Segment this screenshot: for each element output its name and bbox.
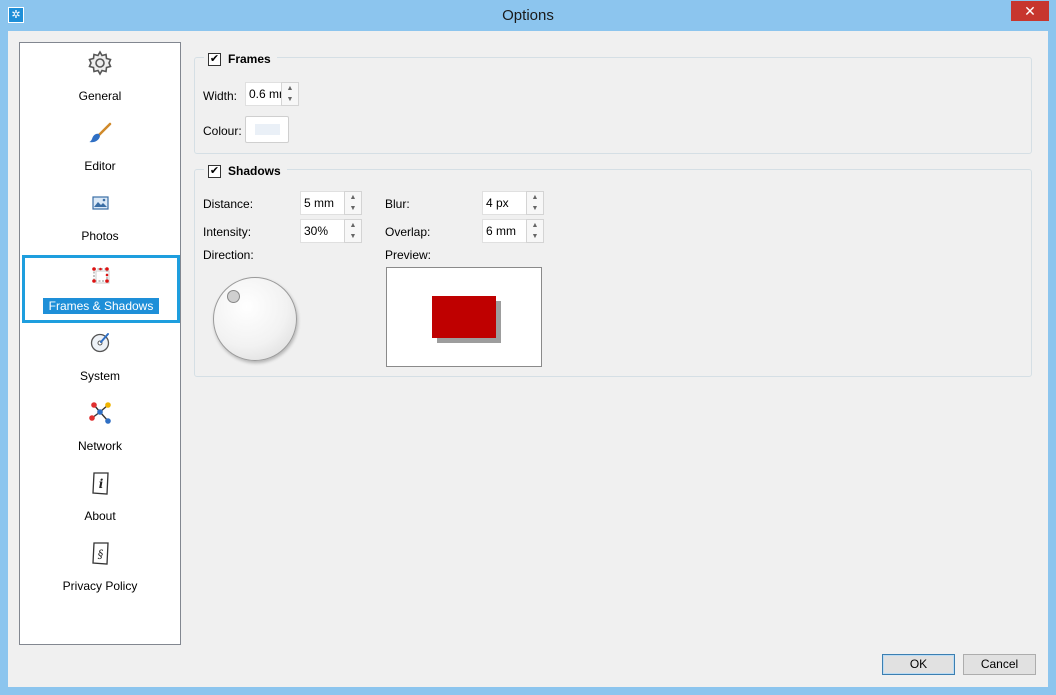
ok-button[interactable]: OK xyxy=(882,654,955,675)
frames-group xyxy=(194,57,1032,154)
dialog-body: General Editor Photos Frames & Shadows S… xyxy=(8,31,1048,687)
sidebar-item-about[interactable]: i About xyxy=(20,465,180,529)
sidebar-item-label: About xyxy=(84,509,116,523)
preview-label: Preview: xyxy=(385,248,432,262)
decrement-arrow-icon[interactable]: ▼ xyxy=(345,231,361,242)
colour-swatch xyxy=(255,124,280,135)
increment-arrow-icon[interactable]: ▲ xyxy=(345,220,361,231)
info-icon: i xyxy=(92,472,109,495)
sidebar-item-label: General xyxy=(78,89,122,103)
direction-label: Direction: xyxy=(203,248,254,262)
svg-text:i: i xyxy=(99,477,104,491)
sidebar-item-label: Network xyxy=(77,439,122,453)
decrement-arrow-icon[interactable]: ▼ xyxy=(527,231,543,242)
intensity-value[interactable]: 30% xyxy=(300,219,344,243)
decrement-arrow-icon[interactable]: ▼ xyxy=(527,203,543,214)
brush-icon xyxy=(89,122,112,143)
sidebar-item-system[interactable]: System xyxy=(20,325,180,389)
frames-group-title: Frames xyxy=(228,52,271,66)
frame-width-value[interactable]: 0.6 mm xyxy=(245,82,281,106)
increment-arrow-icon[interactable]: ▲ xyxy=(282,83,298,94)
frame-icon xyxy=(92,267,110,284)
shadows-checkbox[interactable]: ✔ xyxy=(208,164,221,178)
direction-dial[interactable] xyxy=(213,277,297,361)
overlap-value[interactable]: 6 mm xyxy=(482,219,526,243)
shadow-preview xyxy=(386,267,542,367)
sidebar-item-photos[interactable]: Photos xyxy=(20,185,180,249)
intensity-stepper[interactable]: 30% ▲ ▼ xyxy=(300,219,362,243)
network-icon xyxy=(89,402,111,424)
svg-text:§: § xyxy=(98,548,104,561)
sidebar-item-label: Privacy Policy xyxy=(62,579,138,593)
increment-arrow-icon[interactable]: ▲ xyxy=(527,220,543,231)
intensity-label: Intensity: xyxy=(203,225,252,239)
distance-value[interactable]: 5 mm xyxy=(300,191,344,215)
sidebar-item-general[interactable]: General xyxy=(20,45,180,109)
close-button[interactable]: ✕ xyxy=(1011,1,1049,21)
frame-width-stepper[interactable]: 0.6 mm ▲ ▼ xyxy=(245,82,299,106)
shadows-group-title: Shadows xyxy=(228,164,281,178)
sidebar-item-label: Editor xyxy=(84,159,116,173)
frame-colour-picker[interactable] xyxy=(245,116,289,143)
title-bar: ✲ Options ✕ xyxy=(0,0,1056,31)
sidebar-item-label: Frames & Shadows xyxy=(42,298,160,314)
preview-rectangle xyxy=(432,296,496,338)
overlap-label: Overlap: xyxy=(385,225,431,239)
distance-stepper[interactable]: 5 mm ▲ ▼ xyxy=(300,191,362,215)
frames-checkbox[interactable]: ✔ xyxy=(208,52,221,66)
decrement-arrow-icon[interactable]: ▼ xyxy=(282,94,298,105)
frames-group-header: ✔ Frames xyxy=(204,51,277,67)
section-icon: § xyxy=(92,542,109,565)
window-title: Options xyxy=(502,7,554,24)
frame-colour-label: Colour: xyxy=(203,124,242,138)
distance-label: Distance: xyxy=(203,197,254,211)
overlap-stepper[interactable]: 6 mm ▲ ▼ xyxy=(482,219,544,243)
blur-value[interactable]: 4 px xyxy=(482,191,526,215)
blur-stepper[interactable]: 4 px ▲ ▼ xyxy=(482,191,544,215)
sidebar-item-editor[interactable]: Editor xyxy=(20,115,180,179)
shadows-group-header: ✔ Shadows xyxy=(204,163,287,179)
sidebar-item-label: System xyxy=(79,369,120,383)
gear-icon xyxy=(88,50,112,76)
image-icon xyxy=(92,196,109,210)
cancel-button[interactable]: Cancel xyxy=(963,654,1036,675)
frame-width-label: Width: xyxy=(203,89,238,103)
increment-arrow-icon[interactable]: ▲ xyxy=(527,192,543,203)
sidebar-item-privacy-policy[interactable]: § Privacy Policy xyxy=(20,535,180,599)
dial-indicator xyxy=(227,290,240,303)
sidebar-item-frames-shadows[interactable]: Frames & Shadows xyxy=(22,255,180,323)
category-sidebar: General Editor Photos Frames & Shadows S… xyxy=(19,42,181,645)
disk-icon xyxy=(90,333,110,353)
increment-arrow-icon[interactable]: ▲ xyxy=(345,192,361,203)
decrement-arrow-icon[interactable]: ▼ xyxy=(345,203,361,214)
blur-label: Blur: xyxy=(385,197,410,211)
sidebar-item-network[interactable]: Network xyxy=(20,395,180,459)
sidebar-item-label: Photos xyxy=(81,229,119,243)
